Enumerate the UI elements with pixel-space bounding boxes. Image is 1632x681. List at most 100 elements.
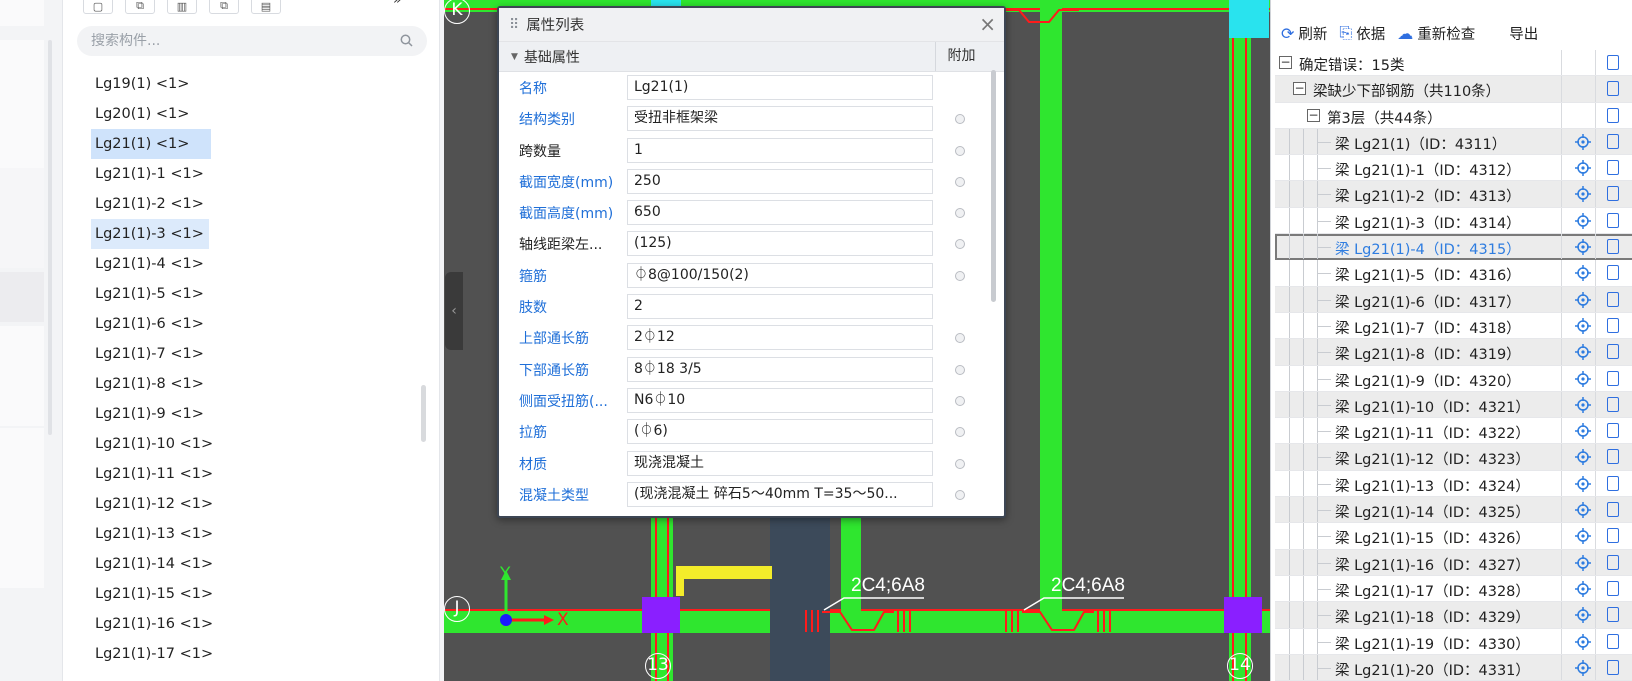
component-list-item[interactable]: Lg19(1) <1>	[91, 69, 211, 99]
result-group-row[interactable]: − 梁缺少下部钢筋（共110条）	[1275, 76, 1632, 103]
open-detail-icon[interactable]	[1607, 291, 1619, 307]
component-list-item[interactable]: Lg21(1)-14 <1>	[91, 549, 213, 579]
component-list-item[interactable]: Lg21(1)-8 <1>	[91, 369, 211, 399]
locate-icon[interactable]	[1575, 396, 1591, 413]
locate-icon[interactable]	[1575, 291, 1591, 308]
component-list-item[interactable]: Lg21(1)-17 <1>	[91, 639, 213, 669]
locate-icon[interactable]	[1575, 133, 1591, 150]
property-value-field[interactable]: (⏀6)	[627, 419, 933, 445]
locate-icon[interactable]	[1575, 528, 1591, 545]
component-list-item[interactable]: Lg21(1)-13 <1>	[91, 519, 213, 549]
open-detail-icon[interactable]	[1607, 133, 1619, 149]
extra-radio-button[interactable]	[955, 427, 965, 438]
extra-radio-button[interactable]	[955, 270, 965, 281]
caret-down-icon[interactable]: ▼	[511, 52, 518, 62]
locate-icon[interactable]	[1575, 239, 1591, 256]
result-item-row[interactable]: 梁 Lg21(1)-14（ID：4325）	[1275, 497, 1632, 524]
result-item-row[interactable]: 梁 Lg21(1)-4（ID：4315）	[1275, 234, 1632, 261]
result-item-row[interactable]: 梁 Lg21(1)-8（ID：4319）	[1275, 339, 1632, 366]
extra-radio-button[interactable]	[955, 489, 965, 500]
locate-icon[interactable]	[1575, 317, 1591, 334]
result-item-row[interactable]: 梁 Lg21(1)-2（ID：4313）	[1275, 181, 1632, 208]
open-detail-icon[interactable]	[1607, 265, 1619, 281]
result-group-row[interactable]: − 确定错误：15类	[1275, 50, 1632, 77]
search-icon[interactable]	[400, 34, 413, 47]
result-item-row[interactable]: 梁 Lg21(1)-19（ID：4330）	[1275, 628, 1632, 655]
component-list-item[interactable]: Lg21(1) <1>	[91, 129, 211, 159]
export-button[interactable]: 导出	[1509, 23, 1538, 44]
component-list-item[interactable]: Lg21(1)-12 <1>	[91, 489, 213, 519]
property-value-field[interactable]: 1	[627, 137, 933, 163]
yellow-beam[interactable]	[676, 566, 684, 596]
result-item-row[interactable]: 梁 Lg21(1)-10（ID：4321）	[1275, 391, 1632, 419]
extra-radio-button[interactable]	[955, 333, 965, 344]
property-value-field[interactable]: ⏀8@100/150(2)	[627, 262, 933, 288]
property-group-header[interactable]: ▼ 基础属性 附加	[499, 42, 1004, 72]
column[interactable]	[1229, 0, 1269, 38]
locate-icon[interactable]	[1575, 633, 1591, 650]
basis-button[interactable]: ⎘ 依据	[1339, 23, 1385, 44]
property-value-field[interactable]: 现浇混凝土	[627, 450, 933, 476]
extra-radio-button[interactable]	[955, 176, 965, 187]
property-value-field[interactable]: 8⏀18 3/5	[627, 356, 933, 382]
property-value-field[interactable]: (现浇混凝土 碎石5～40mm T=35～50...	[627, 481, 933, 507]
extra-radio-button[interactable]	[955, 364, 965, 375]
result-item-row[interactable]: 梁 Lg21(1)-3（ID：4314）	[1275, 207, 1632, 235]
open-detail-icon[interactable]	[1607, 107, 1619, 123]
open-detail-icon[interactable]	[1607, 502, 1619, 518]
locate-icon[interactable]	[1575, 554, 1591, 571]
property-scrollbar[interactable]	[991, 70, 996, 302]
component-list-item[interactable]: Lg21(1)-9 <1>	[91, 399, 211, 429]
result-group-row[interactable]: − 第3层（共44条）	[1275, 102, 1632, 129]
extra-radio-button[interactable]	[955, 239, 965, 250]
locate-icon[interactable]	[1575, 502, 1591, 519]
open-detail-icon[interactable]	[1607, 554, 1619, 570]
open-detail-icon[interactable]	[1607, 449, 1619, 465]
locate-icon[interactable]	[1575, 344, 1591, 361]
component-list-item[interactable]: Lg21(1)-1 <1>	[91, 159, 211, 189]
extra-radio-button[interactable]	[955, 395, 965, 406]
result-item-row[interactable]: 梁 Lg21(1)-18（ID：4329）	[1275, 602, 1632, 629]
layer-copy-button[interactable]: ⧉	[209, 0, 239, 14]
copy-component-button[interactable]: ⧉	[125, 0, 155, 14]
open-detail-icon[interactable]	[1607, 160, 1619, 176]
open-detail-icon[interactable]	[1607, 317, 1619, 333]
extra-radio-button[interactable]	[955, 458, 965, 469]
expand-panel-button[interactable]: »	[393, 0, 402, 8]
new-component-button[interactable]: ▢	[83, 0, 113, 14]
collapse-panel-tab[interactable]: ‹	[445, 272, 463, 350]
import-button[interactable]: ▤	[251, 0, 281, 14]
column[interactable]	[642, 597, 680, 633]
result-item-row[interactable]: 梁 Lg21(1)-12（ID：4323）	[1275, 444, 1632, 471]
refresh-button[interactable]: ⟳ 刷新	[1281, 23, 1327, 44]
open-detail-icon[interactable]	[1607, 396, 1619, 412]
result-item-row[interactable]: 梁 Lg21(1)-13（ID：4324）	[1275, 470, 1632, 498]
drag-handle-icon[interactable]: ⠿	[509, 17, 519, 33]
open-detail-icon[interactable]	[1607, 186, 1619, 202]
component-list-item[interactable]: Lg21(1)-5 <1>	[91, 279, 211, 309]
locate-icon[interactable]	[1575, 212, 1591, 229]
component-search-input[interactable]	[91, 33, 391, 49]
locate-icon[interactable]	[1575, 659, 1591, 676]
result-item-row[interactable]: 梁 Lg21(1)（ID：4311）	[1275, 128, 1632, 156]
component-list-item[interactable]: Lg21(1)-7 <1>	[91, 339, 211, 369]
locate-icon[interactable]	[1575, 607, 1591, 624]
open-detail-icon[interactable]	[1607, 659, 1619, 675]
result-item-row[interactable]: 梁 Lg21(1)-15（ID：4326）	[1275, 523, 1632, 550]
result-item-row[interactable]: 梁 Lg21(1)-9（ID：4320）	[1275, 365, 1632, 392]
locate-icon[interactable]	[1575, 423, 1591, 440]
beam-vertical[interactable]	[1040, 0, 1062, 611]
open-detail-icon[interactable]	[1607, 370, 1619, 386]
open-detail-icon[interactable]	[1607, 344, 1619, 360]
component-list-item[interactable]: Lg20(1) <1>	[91, 99, 211, 129]
locate-icon[interactable]	[1575, 370, 1591, 387]
component-list-item[interactable]: Lg21(1)-11 <1>	[91, 459, 213, 489]
component-list-item[interactable]: Lg21(1)-16 <1>	[91, 609, 213, 639]
result-item-row[interactable]: 梁 Lg21(1)-16（ID：4327）	[1275, 549, 1632, 576]
result-item-row[interactable]: 梁 Lg21(1)-20（ID：4331）	[1275, 654, 1632, 681]
property-value-field[interactable]: (125)	[627, 231, 933, 257]
component-list-item[interactable]: Lg21(1)-3 <1>	[91, 219, 209, 249]
result-item-row[interactable]: 梁 Lg21(1)-17（ID：4328）	[1275, 575, 1632, 603]
extra-radio-button[interactable]	[955, 114, 965, 125]
property-value-field[interactable]: 受扭非框架梁	[627, 106, 933, 132]
